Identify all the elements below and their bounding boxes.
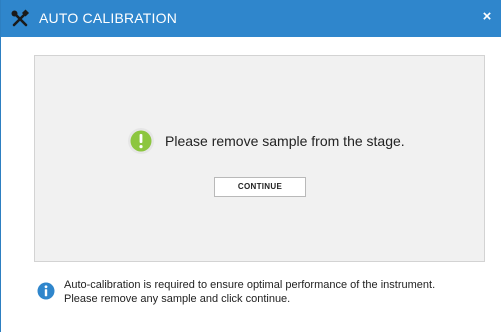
- dialog-title: AUTO CALIBRATION: [39, 10, 178, 26]
- tools-icon: [11, 9, 30, 27]
- info-line-2: Please remove any sample and click conti…: [64, 293, 291, 305]
- close-button[interactable]: ×: [480, 9, 494, 24]
- info-icon: [37, 282, 55, 300]
- info-line-1: Auto-calibration is required to ensure o…: [64, 279, 436, 291]
- title-bar: AUTO CALIBRATION ×: [1, 0, 501, 37]
- info-note: Auto-calibration is required to ensure o…: [37, 278, 487, 306]
- info-text: Auto-calibration is required to ensure o…: [64, 278, 435, 306]
- auto-calibration-dialog: AUTO CALIBRATION × Please remove sample …: [0, 0, 501, 332]
- message-row: Please remove sample from the stage.: [127, 127, 405, 155]
- status-message: Please remove sample from the stage.: [165, 133, 405, 149]
- message-panel: Please remove sample from the stage. CON…: [34, 55, 485, 262]
- continue-button[interactable]: CONTINUE: [214, 177, 306, 197]
- warning-icon: [128, 128, 154, 154]
